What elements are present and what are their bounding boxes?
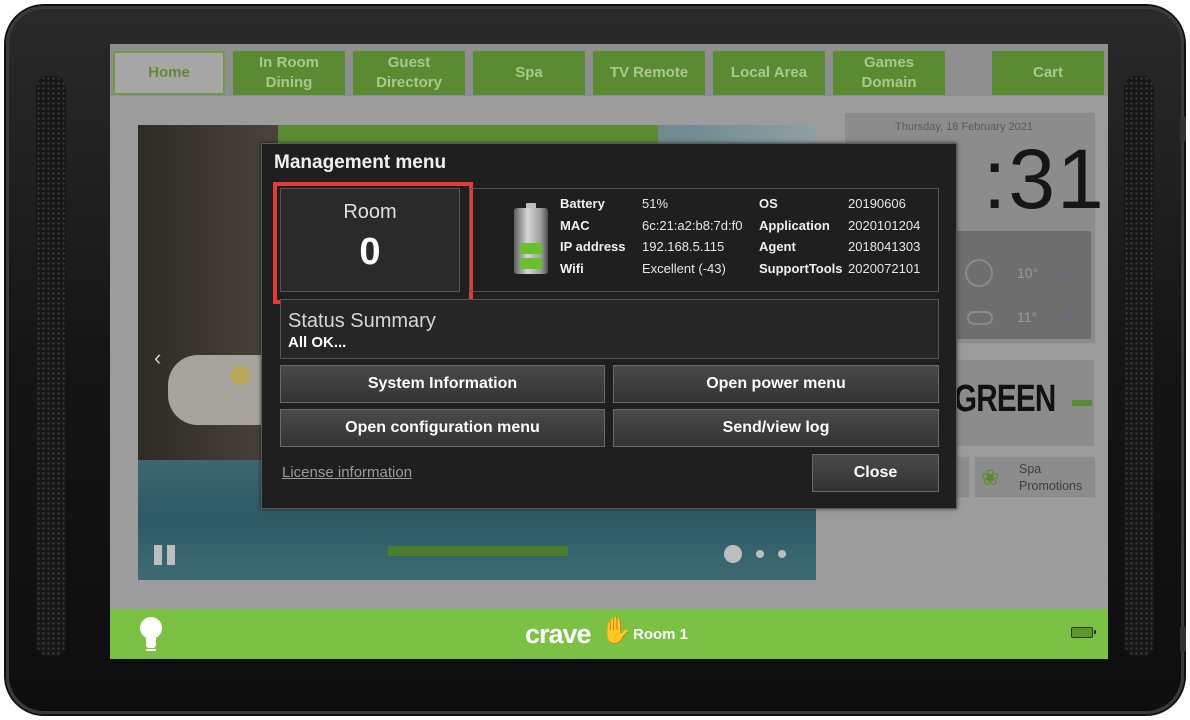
os-label: OS xyxy=(759,196,778,211)
ip-value: 192.168.5.115 xyxy=(642,239,725,254)
cloud-rain-icon xyxy=(967,311,993,325)
supporttools-value: 2020072101 xyxy=(848,261,921,276)
battery-label: Battery xyxy=(560,196,605,211)
sun-icon xyxy=(965,259,993,287)
tab-cart[interactable]: Cart xyxy=(992,51,1104,95)
open-configuration-menu-button[interactable]: Open configuration menu xyxy=(280,409,605,447)
close-label: Close xyxy=(853,464,898,481)
open-power-menu-label: Open power menu xyxy=(706,375,846,392)
tab-games-domain-label: Games Domain xyxy=(861,54,917,91)
clock-time: :31 xyxy=(983,132,1106,226)
status-title: Status Summary xyxy=(288,310,436,332)
hand-icon: ✋ xyxy=(600,615,633,645)
tab-local-area-label: Local Area xyxy=(730,64,808,81)
tab-home-label: Home xyxy=(148,64,190,81)
weather-extra-icon: 5 xyxy=(1063,265,1071,281)
battery-value: 51% xyxy=(642,196,669,211)
weather-extra-icon: 9 xyxy=(1063,309,1071,325)
close-button[interactable]: Close xyxy=(812,454,939,492)
crave-logo: crave xyxy=(525,619,592,649)
tab-guest-directory[interactable]: Guest Directory xyxy=(353,51,465,95)
open-power-menu-button[interactable]: Open power menu xyxy=(613,365,939,403)
open-configuration-menu-label: Open configuration menu xyxy=(345,419,540,436)
tab-in-room-dining-label: In Room Dining xyxy=(259,54,319,91)
top-nav: Home In Room Dining Guest Directory Spa TV… xyxy=(110,44,1108,96)
spa-promotions-tile[interactable]: ❀ Spa Promotions xyxy=(974,456,1096,498)
dialog-title: Management menu xyxy=(274,152,447,173)
supporttools-label: SupportTools xyxy=(759,261,843,276)
os-value: 20190606 xyxy=(848,196,906,211)
battery-icon xyxy=(514,203,548,275)
pause-icon[interactable] xyxy=(154,545,178,567)
status-value: All OK... xyxy=(288,334,347,351)
send-view-log-label: Send/view log xyxy=(722,419,830,436)
agent-value: 2018041303 xyxy=(848,239,921,254)
agent-label: Agent xyxy=(759,239,796,254)
system-information-label: System Information xyxy=(367,375,518,392)
tab-tv-remote[interactable]: TV Remote xyxy=(593,51,705,95)
carousel-dot[interactable] xyxy=(778,550,786,558)
chevron-left-icon[interactable]: ‹ xyxy=(154,345,161,371)
side-button-top xyxy=(1180,116,1186,142)
battery-status-icon xyxy=(1071,627,1096,638)
speaker-grille-left xyxy=(36,76,66,656)
speaker-grille-right xyxy=(1124,76,1154,656)
footer-room-label: Room 1 xyxy=(633,626,689,643)
carousel-dots xyxy=(724,545,786,563)
wifi-value: Excellent (-43) xyxy=(642,261,726,276)
tab-games-domain[interactable]: Games Domain xyxy=(833,51,945,95)
system-information-button[interactable]: System Information xyxy=(280,365,605,403)
lightbulb-icon[interactable] xyxy=(138,617,164,653)
side-button-bottom xyxy=(1180,626,1186,652)
carousel-dot[interactable] xyxy=(756,550,764,558)
mac-label: MAC xyxy=(560,218,590,233)
weather-temp-today: 10° xyxy=(1017,265,1039,281)
footer-bar: crave ✋ Room 1 xyxy=(110,609,1108,659)
brand-logo-text: GREEN xyxy=(954,378,1056,420)
wifi-label: Wifi xyxy=(560,261,584,276)
tab-tv-remote-label: TV Remote xyxy=(609,64,689,81)
carousel-dot-active[interactable] xyxy=(724,545,742,563)
spa-promotions-label: Spa Promotions xyxy=(1019,462,1083,493)
application-value: 2020101204 xyxy=(848,218,921,233)
tab-home[interactable]: Home xyxy=(113,51,225,95)
application-label: Application xyxy=(759,218,830,233)
lotus-icon: ❀ xyxy=(981,465,1000,490)
brand-dash xyxy=(1072,400,1092,406)
carousel-flower xyxy=(230,365,250,385)
room-highlight-frame xyxy=(273,182,473,304)
mac-value: 6c:21:a2:b8:7d:f0 xyxy=(642,218,743,233)
carousel-caption-bar xyxy=(388,546,568,556)
weather-temp-tomorrow: 11° xyxy=(1017,309,1038,325)
tab-cart-label: Cart xyxy=(1032,64,1063,81)
ip-label: IP address xyxy=(560,239,626,254)
device-info-box: Battery 51% MAC 6c:21:a2:b8:7d:f0 IP add… xyxy=(469,188,939,292)
tab-in-room-dining[interactable]: In Room Dining xyxy=(233,51,345,95)
weather-panel: 10° 5 11° 9 xyxy=(955,231,1091,339)
tab-guest-directory-label: Guest Directory xyxy=(376,54,442,91)
tab-spa-label: Spa xyxy=(515,64,543,81)
status-summary-box: Status Summary All OK... xyxy=(280,299,939,359)
carousel-top-banner xyxy=(278,125,658,145)
tab-spa[interactable]: Spa xyxy=(473,51,585,95)
license-information-link[interactable]: License information xyxy=(282,464,412,481)
management-menu-dialog: Management menu Room 0 Battery 51% MAC 6… xyxy=(261,143,957,509)
tab-local-area[interactable]: Local Area xyxy=(713,51,825,95)
send-view-log-button[interactable]: Send/view log xyxy=(613,409,939,447)
